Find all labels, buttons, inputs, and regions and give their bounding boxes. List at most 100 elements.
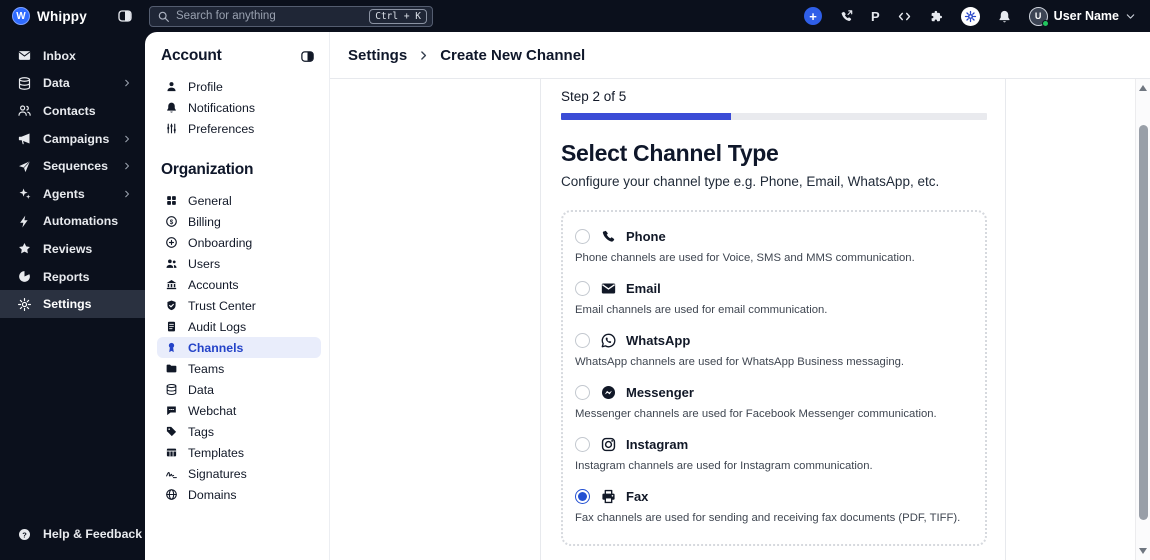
power-dialer-icon[interactable]: P bbox=[871, 9, 880, 24]
channel-option-email[interactable]: Email Email channels are used for email c… bbox=[575, 280, 973, 316]
settings-nav-item-signatures[interactable]: Signatures bbox=[157, 463, 321, 484]
sidebar-item-inbox[interactable]: Inbox bbox=[0, 42, 145, 70]
notifications-icon[interactable] bbox=[997, 9, 1012, 24]
bank-icon bbox=[165, 278, 178, 291]
whippy-logo-icon: W bbox=[12, 7, 30, 25]
phone-icon bbox=[600, 228, 617, 245]
topbar-actions: + P U User Name bbox=[804, 6, 1150, 27]
sidebar-item-contacts[interactable]: Contacts bbox=[0, 97, 145, 125]
settings-nav-item-general[interactable]: General bbox=[157, 190, 321, 211]
chevron-right-icon bbox=[122, 161, 132, 171]
email-icon bbox=[600, 280, 617, 297]
app-settings-icon[interactable] bbox=[960, 6, 980, 26]
settings-nav-item-tags[interactable]: Tags bbox=[157, 421, 321, 442]
page-subtitle: Configure your channel type e.g. Phone, … bbox=[561, 174, 940, 189]
integrations-icon[interactable] bbox=[929, 9, 944, 24]
star-icon bbox=[17, 241, 32, 256]
settings-nav-item-preferences[interactable]: Preferences bbox=[157, 118, 321, 139]
ribbon-icon bbox=[165, 341, 178, 354]
breadcrumb-current: Create New Channel bbox=[440, 46, 586, 64]
document-icon bbox=[165, 320, 178, 333]
sidebar-item-reports[interactable]: Reports bbox=[0, 263, 145, 291]
users-icon bbox=[165, 257, 178, 270]
channel-option-whatsapp[interactable]: WhatsApp WhatsApp channels are used for W… bbox=[575, 332, 973, 368]
sidebar-item-campaigns[interactable]: Campaigns bbox=[0, 125, 145, 153]
megaphone-icon bbox=[17, 131, 32, 146]
calls-icon[interactable] bbox=[839, 9, 854, 24]
sidebar-item-data[interactable]: Data bbox=[0, 70, 145, 98]
radio-instagram[interactable] bbox=[575, 437, 590, 452]
channel-option-phone[interactable]: Phone Phone channels are used for Voice, … bbox=[575, 228, 973, 264]
scrollbar-thumb[interactable] bbox=[1139, 125, 1148, 520]
settings-nav-item-onboarding[interactable]: Onboarding bbox=[157, 232, 321, 253]
sidebar-item-agents[interactable]: Agents bbox=[0, 180, 145, 208]
sidebar-item-help-feedback[interactable]: ? Help & Feedback bbox=[0, 520, 145, 548]
radio-whatsapp[interactable] bbox=[575, 333, 590, 348]
sidebar-item-automations[interactable]: Automations bbox=[0, 208, 145, 236]
settings-nav-item-templates[interactable]: Templates bbox=[157, 442, 321, 463]
step-indicator: Step 2 of 5 bbox=[561, 89, 627, 104]
settings-nav: Account Profile Notifications Preferences Or… bbox=[145, 32, 330, 560]
scroll-up-arrow[interactable] bbox=[1136, 81, 1150, 95]
channel-option-messenger[interactable]: Messenger Messenger channels are used for… bbox=[575, 384, 973, 420]
whatsapp-icon bbox=[600, 332, 617, 349]
messenger-icon bbox=[600, 384, 617, 401]
plus-circle-icon bbox=[165, 236, 178, 249]
developer-icon[interactable] bbox=[897, 9, 912, 24]
settings-nav-item-accounts[interactable]: Accounts bbox=[157, 274, 321, 295]
settings-nav-item-audit-logs[interactable]: Audit Logs bbox=[157, 316, 321, 337]
settings-nav-item-domains[interactable]: Domains bbox=[157, 484, 321, 505]
chevron-right-icon bbox=[122, 134, 132, 144]
search-input[interactable] bbox=[176, 10, 364, 22]
breadcrumb: Settings Create New Channel bbox=[330, 32, 1150, 79]
progress-bar bbox=[561, 113, 987, 120]
collapse-settings-nav-icon[interactable] bbox=[300, 49, 315, 64]
radio-fax[interactable] bbox=[575, 489, 590, 504]
channel-option-description: Messenger channels are used for Facebook… bbox=[575, 408, 937, 420]
global-search[interactable]: Ctrl + K bbox=[149, 5, 433, 27]
add-icon[interactable]: + bbox=[804, 7, 822, 25]
settings-nav-item-channels[interactable]: Channels bbox=[157, 337, 321, 358]
radio-email[interactable] bbox=[575, 281, 590, 296]
settings-nav-item-billing[interactable]: $ Billing bbox=[157, 211, 321, 232]
brand-zone: W Whippy bbox=[0, 7, 145, 25]
shield-check-icon bbox=[165, 299, 178, 312]
user-menu[interactable]: U User Name bbox=[1028, 6, 1136, 27]
channel-option-instagram[interactable]: Instagram Instagram channels are used for… bbox=[575, 436, 973, 472]
instagram-icon bbox=[600, 436, 617, 453]
radio-messenger[interactable] bbox=[575, 385, 590, 400]
settings-nav-item-data[interactable]: Data bbox=[157, 379, 321, 400]
scrollbar[interactable] bbox=[1135, 79, 1150, 560]
settings-panel: Account Profile Notifications Preferences Or… bbox=[145, 32, 1150, 560]
fax-icon bbox=[600, 488, 617, 505]
settings-nav-item-trust-center[interactable]: Trust Center bbox=[157, 295, 321, 316]
radio-phone[interactable] bbox=[575, 229, 590, 244]
online-status-dot bbox=[1041, 19, 1049, 27]
settings-nav-item-users[interactable]: Users bbox=[157, 253, 321, 274]
sidebar-item-reviews[interactable]: Reviews bbox=[0, 235, 145, 263]
brand[interactable]: W Whippy bbox=[12, 7, 87, 25]
dollar-circle-icon: $ bbox=[165, 215, 178, 228]
channel-option-fax[interactable]: Fax Fax channels are used for sending and… bbox=[575, 488, 973, 524]
bolt-icon bbox=[17, 214, 32, 229]
database-icon bbox=[165, 383, 178, 396]
search-icon bbox=[157, 10, 170, 23]
chevron-right-icon bbox=[122, 189, 132, 199]
scroll-down-arrow[interactable] bbox=[1136, 544, 1150, 558]
settings-nav-item-webchat[interactable]: Webchat bbox=[157, 400, 321, 421]
chevron-right-icon bbox=[122, 78, 132, 88]
wizard-content: Step 2 of 5 Select Channel Type Configur… bbox=[330, 79, 1135, 560]
sidebar-item-sequences[interactable]: Sequences bbox=[0, 152, 145, 180]
topbar: W Whippy Ctrl + K + P U User Name bbox=[0, 0, 1150, 32]
settings-nav-item-notifications[interactable]: Notifications bbox=[157, 97, 321, 118]
person-icon bbox=[165, 80, 178, 93]
settings-nav-item-profile[interactable]: Profile bbox=[157, 76, 321, 97]
user-name: User Name bbox=[1053, 9, 1119, 23]
sidebar-item-settings[interactable]: Settings bbox=[0, 290, 145, 318]
database-icon bbox=[17, 76, 32, 91]
breadcrumb-settings[interactable]: Settings bbox=[348, 47, 407, 64]
settings-nav-item-teams[interactable]: Teams bbox=[157, 358, 321, 379]
channel-type-options: Phone Phone channels are used for Voice, … bbox=[561, 210, 987, 546]
sidebar-toggle-icon[interactable] bbox=[117, 8, 133, 24]
channel-option-description: Fax channels are used for sending and re… bbox=[575, 512, 961, 524]
